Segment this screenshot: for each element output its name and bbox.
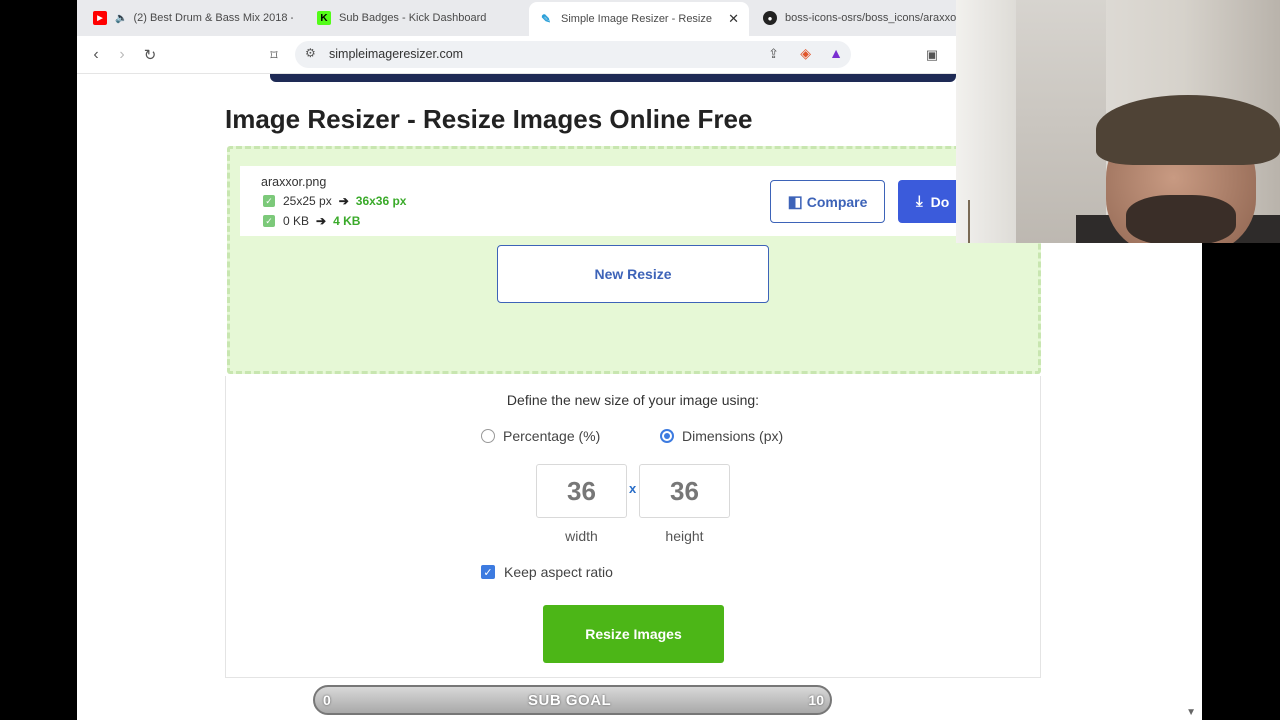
check-icon: ✓ — [263, 195, 275, 207]
screen: ▶ 🔈 (2) Best Drum & Bass Mix 2018 - K Su… — [0, 0, 1280, 720]
tab-title: Sub Badges - Kick Dashboard — [339, 12, 487, 24]
rewards-icon[interactable]: ▲ — [829, 45, 843, 61]
dimensions-radio[interactable]: Dimensions (px) — [660, 428, 783, 444]
compare-icon: ◧ — [787, 193, 803, 211]
dimension-separator: x — [629, 481, 637, 496]
dimension-change-row: ✓ 25x25 px ➔ 36x36 px — [263, 194, 406, 208]
compare-button[interactable]: ◧ Compare — [770, 180, 885, 223]
height-input[interactable]: 36 — [639, 464, 730, 518]
bookmark-icon[interactable]: ⌑ — [263, 44, 285, 66]
percentage-label: Percentage (%) — [503, 428, 601, 444]
speaker-icon[interactable]: 🔈 — [115, 13, 127, 24]
checkbox-checked-icon: ✓ — [481, 565, 495, 579]
page-title: Image Resizer - Resize Images Online Fre… — [225, 104, 753, 134]
define-size-label: Define the new size of your image using: — [506, 392, 760, 408]
download-icon: ⤓ — [916, 193, 923, 210]
download-label: Do — [930, 193, 950, 210]
forward-icon[interactable]: › — [111, 44, 133, 66]
keep-aspect-ratio-checkbox[interactable]: ✓ Keep aspect ratio — [481, 564, 613, 580]
radio-checked-icon — [660, 429, 674, 443]
url-text: simpleimageresizer.com — [329, 47, 464, 61]
compare-label: Compare — [806, 193, 868, 210]
kick-icon: K — [317, 11, 331, 25]
width-input[interactable]: 36 — [536, 464, 627, 518]
github-icon: ● — [763, 11, 777, 25]
site-header-bar — [270, 74, 956, 82]
keep-aspect-label: Keep aspect ratio — [504, 564, 613, 580]
sub-goal-max: 10 — [808, 692, 824, 708]
resize-options-panel: Define the new size of your image using:… — [225, 376, 1041, 678]
sub-goal-label: SUB GOAL — [528, 691, 612, 709]
reload-icon[interactable]: ↻ — [139, 44, 161, 66]
new-dimensions: 36x36 px — [355, 194, 407, 208]
webcam-beard — [1126, 195, 1236, 243]
tab-github[interactable]: ● boss-icons-osrs/boss_icons/araxxor — [763, 4, 963, 32]
tab-title: boss-icons-osrs/boss_icons/araxxor — [785, 12, 960, 24]
back-icon[interactable]: ‹ — [85, 44, 107, 66]
webcam-overlay — [956, 0, 1280, 243]
radio-unchecked-icon — [481, 429, 495, 443]
tab-youtube[interactable]: ▶ 🔈 (2) Best Drum & Bass Mix 2018 - — [93, 4, 293, 32]
site-info-icon[interactable]: ⚙ — [305, 46, 316, 60]
percentage-radio[interactable]: Percentage (%) — [481, 428, 600, 444]
check-icon: ✓ — [263, 215, 275, 227]
address-bar[interactable]: ⚙ simpleimageresizer.com ⇪ ◈ ▲ — [295, 41, 851, 68]
share-icon[interactable]: ⇪ — [768, 46, 779, 62]
tab-image-resizer[interactable]: ✎ Simple Image Resizer - Resize Im ✕ — [529, 2, 749, 36]
tab-kick[interactable]: K Sub Badges - Kick Dashboard — [317, 4, 517, 32]
width-label: width — [565, 528, 598, 544]
old-dimensions: 25x25 px — [283, 194, 332, 208]
webcam-cap — [1096, 95, 1280, 165]
file-result-card: araxxor.png ✓ 25x25 px ➔ 36x36 px ✓ 0 KB… — [240, 166, 1040, 236]
sub-goal-min: 0 — [323, 692, 331, 708]
brave-shields-icon[interactable]: ◈ — [800, 45, 811, 62]
old-file-size: 0 KB — [283, 214, 310, 228]
size-change-row: ✓ 0 KB ➔ 4 KB — [263, 214, 360, 228]
scroll-down-arrow-icon[interactable]: ▼ — [1186, 707, 1196, 718]
drop-zone[interactable]: araxxor.png ✓ 25x25 px ➔ 36x36 px ✓ 0 KB… — [227, 146, 1041, 374]
file-name: araxxor.png — [261, 175, 327, 189]
resizer-icon: ✎ — [540, 12, 552, 26]
sub-goal-progress-bar: 0 SUB GOAL 10 — [313, 685, 832, 715]
tab-title: (2) Best Drum & Bass Mix 2018 - — [133, 12, 293, 24]
webcam-plant — [968, 200, 998, 243]
height-label: height — [665, 528, 704, 544]
tab-title: Simple Image Resizer - Resize Im — [561, 13, 715, 25]
sidebar-icon[interactable]: ▣ — [921, 44, 943, 66]
youtube-icon: ▶ — [93, 11, 107, 25]
close-tab-icon[interactable]: ✕ — [728, 11, 739, 27]
arrow-right-icon: ➔ — [338, 194, 349, 208]
new-resize-button[interactable]: New Resize — [497, 245, 769, 303]
resize-images-button[interactable]: Resize Images — [543, 605, 724, 663]
arrow-right-icon: ➔ — [316, 214, 327, 228]
new-file-size: 4 KB — [333, 214, 361, 228]
dimensions-label: Dimensions (px) — [682, 428, 784, 444]
